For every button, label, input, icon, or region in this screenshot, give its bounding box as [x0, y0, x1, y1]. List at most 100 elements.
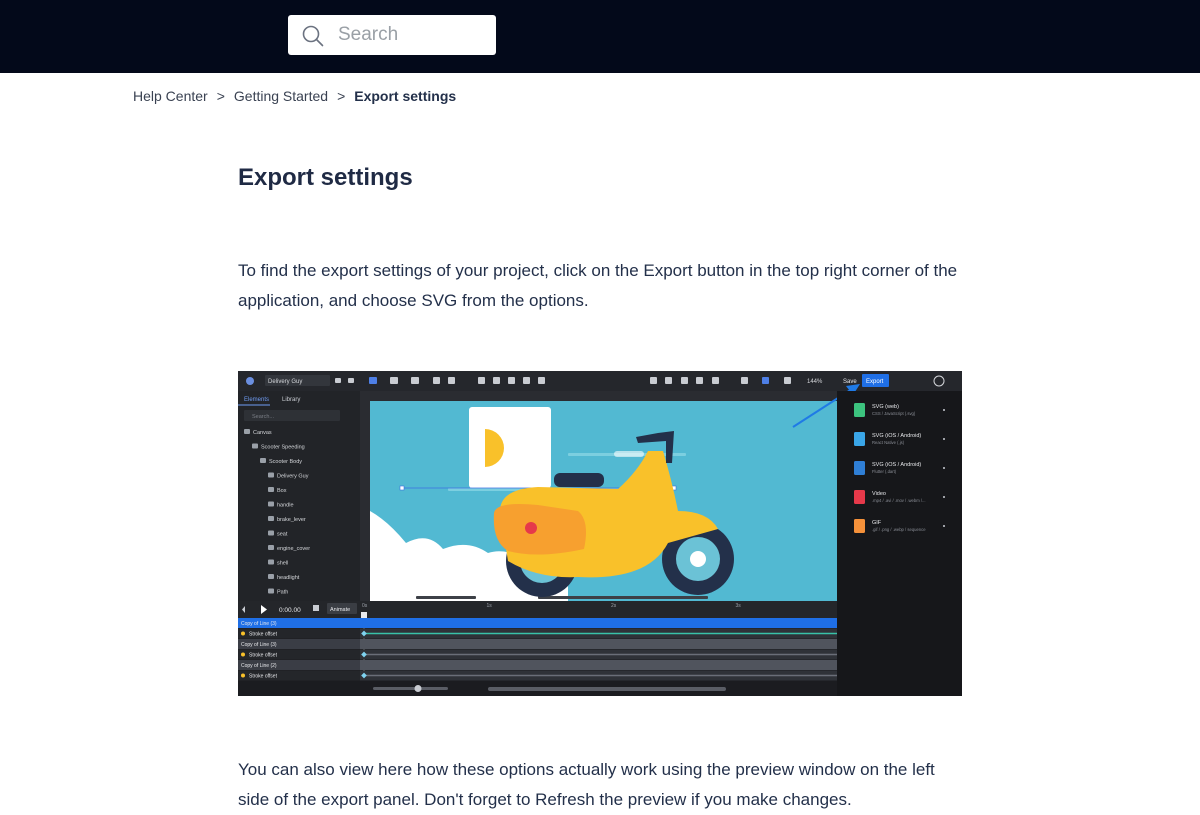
article-paragraph-2: You can also view here how these options… [238, 760, 935, 809]
article-paragraph-1: To find the export settings of your proj… [238, 261, 958, 310]
breadcrumb-separator: > [216, 88, 225, 104]
fit-icon [650, 377, 657, 384]
folder-icon [244, 429, 250, 434]
boolean-icon [523, 377, 530, 384]
pen-tool-icon [369, 377, 377, 384]
animate-button-label: Animate [330, 607, 350, 613]
autokey-icon[interactable] [313, 605, 319, 611]
folder-icon [268, 501, 274, 507]
layer-item[interactable]: shell [277, 561, 288, 567]
layer-item[interactable]: Box [277, 488, 287, 494]
search-box[interactable] [288, 15, 496, 55]
settings-icon [696, 377, 703, 384]
layer-item[interactable]: Path [277, 590, 288, 596]
breadcrumb-link-help-center[interactable]: Help Center [133, 88, 208, 104]
delivery-box [469, 407, 551, 488]
elements-panel [238, 391, 360, 601]
article-title: Export settings [238, 164, 413, 191]
ruler-label: 2s [611, 603, 617, 609]
group-icon [508, 377, 515, 384]
react-icon [854, 432, 865, 446]
export-option-title[interactable]: SVG (iOS / Android) [872, 462, 921, 468]
layer-item[interactable]: brake_lever [277, 517, 306, 523]
breadcrumb: Help Center > Getting Started > Export setti… [133, 88, 456, 104]
layer-item[interactable]: Scooter Body [269, 459, 302, 465]
option-arrow-icon [943, 496, 945, 498]
ruler-label: 3s [736, 603, 742, 609]
folder-icon [268, 559, 274, 565]
ruler-label: 0s [362, 603, 368, 609]
timeline-scrollbar[interactable] [488, 687, 726, 691]
timeline-track [360, 618, 837, 628]
video-icon [854, 490, 865, 504]
folder-icon [268, 545, 274, 550]
redo-icon [348, 378, 354, 383]
layer-item[interactable]: Canvas [253, 430, 272, 436]
keyframe-toggle-icon[interactable] [241, 652, 245, 657]
timeline-row-label: Copy of Line (3) [241, 642, 277, 648]
breadcrumb-current: Export settings [354, 88, 457, 104]
folder-icon [260, 458, 266, 463]
breadcrumb-link-getting-started[interactable]: Getting Started [234, 88, 328, 104]
folder-icon [268, 530, 274, 536]
zoom-slider-thumb[interactable] [414, 685, 422, 692]
export-option-subtitle: React Native (.js) [872, 440, 905, 445]
timeline-time: 0:00.00 [279, 607, 301, 614]
keyframe-toggle-icon[interactable] [241, 631, 245, 636]
export-option-subtitle: Flutter (.dart) [872, 469, 897, 474]
timeline-ruler [360, 601, 837, 618]
layer-item[interactable]: headlight [277, 575, 300, 581]
keyframe-toggle-icon[interactable] [241, 673, 245, 678]
mask-icon [538, 377, 545, 384]
tab-library[interactable]: Library [282, 397, 300, 403]
file-name: Delivery Guy [268, 379, 302, 385]
hand-tool-icon [448, 377, 455, 384]
timeline-track [360, 660, 837, 670]
playhead[interactable] [361, 612, 367, 618]
folder-icon [268, 516, 274, 521]
export-option-title[interactable]: SVG (iOS / Android) [872, 433, 921, 439]
gif-icon [854, 519, 865, 533]
folder-icon [268, 472, 274, 478]
save-button[interactable]: Save [843, 379, 857, 385]
option-arrow-icon [943, 467, 945, 469]
export-option-subtitle: .mp4 / .avi / .mov / .webm /... [872, 498, 926, 503]
pencil-tool-icon [390, 377, 398, 384]
layer-item[interactable]: engine_cover [277, 546, 310, 552]
breadcrumb-separator: > [337, 88, 346, 104]
export-option-title[interactable]: Video [872, 491, 886, 497]
text-tool-icon [433, 377, 440, 384]
article-screenshot: Delivery Guy 144% Save Export Elements L… [238, 371, 962, 696]
magnet-icon [741, 377, 748, 384]
align-icon [478, 377, 485, 384]
folder-icon [268, 588, 274, 594]
timeline-row-label: Stroke offset [249, 674, 278, 680]
tab-elements[interactable]: Elements [244, 397, 269, 403]
layer-item[interactable]: handle [277, 503, 294, 509]
preview-icon [681, 377, 688, 384]
search-input[interactable] [338, 15, 488, 55]
zoom-slider[interactable] [373, 687, 448, 690]
timeline-row-label: Copy of Line (2) [241, 663, 277, 669]
snap-icon [665, 377, 672, 384]
zoom-level: 144% [807, 379, 823, 385]
timeline-row-label: Stroke offset [249, 653, 278, 659]
layer-item[interactable]: Scooter Speeding [261, 445, 305, 451]
path-handle[interactable] [399, 485, 405, 491]
timeline-track [360, 639, 837, 649]
svg-file-icon [854, 403, 865, 417]
grid-icon [712, 377, 719, 384]
ground-line [538, 596, 708, 599]
horizontal-ruler [360, 391, 837, 401]
export-option-subtitle: CSS / JavaScript (.svg) [872, 411, 916, 416]
export-option-title[interactable]: GIF [872, 520, 882, 526]
layer-item[interactable]: seat [277, 532, 288, 538]
option-arrow-icon [943, 438, 945, 440]
export-option-subtitle: .gif / .png / .webp / sequence [872, 527, 926, 532]
timeline-row-label: Copy of Line (3) [241, 621, 277, 627]
option-arrow-icon [943, 525, 945, 527]
layer-item[interactable]: Delivery Guy [277, 474, 309, 480]
zoom-fit-icon [784, 377, 791, 384]
ruler-label: 1s [487, 603, 493, 609]
export-option-title[interactable]: SVG (web) [872, 404, 899, 410]
